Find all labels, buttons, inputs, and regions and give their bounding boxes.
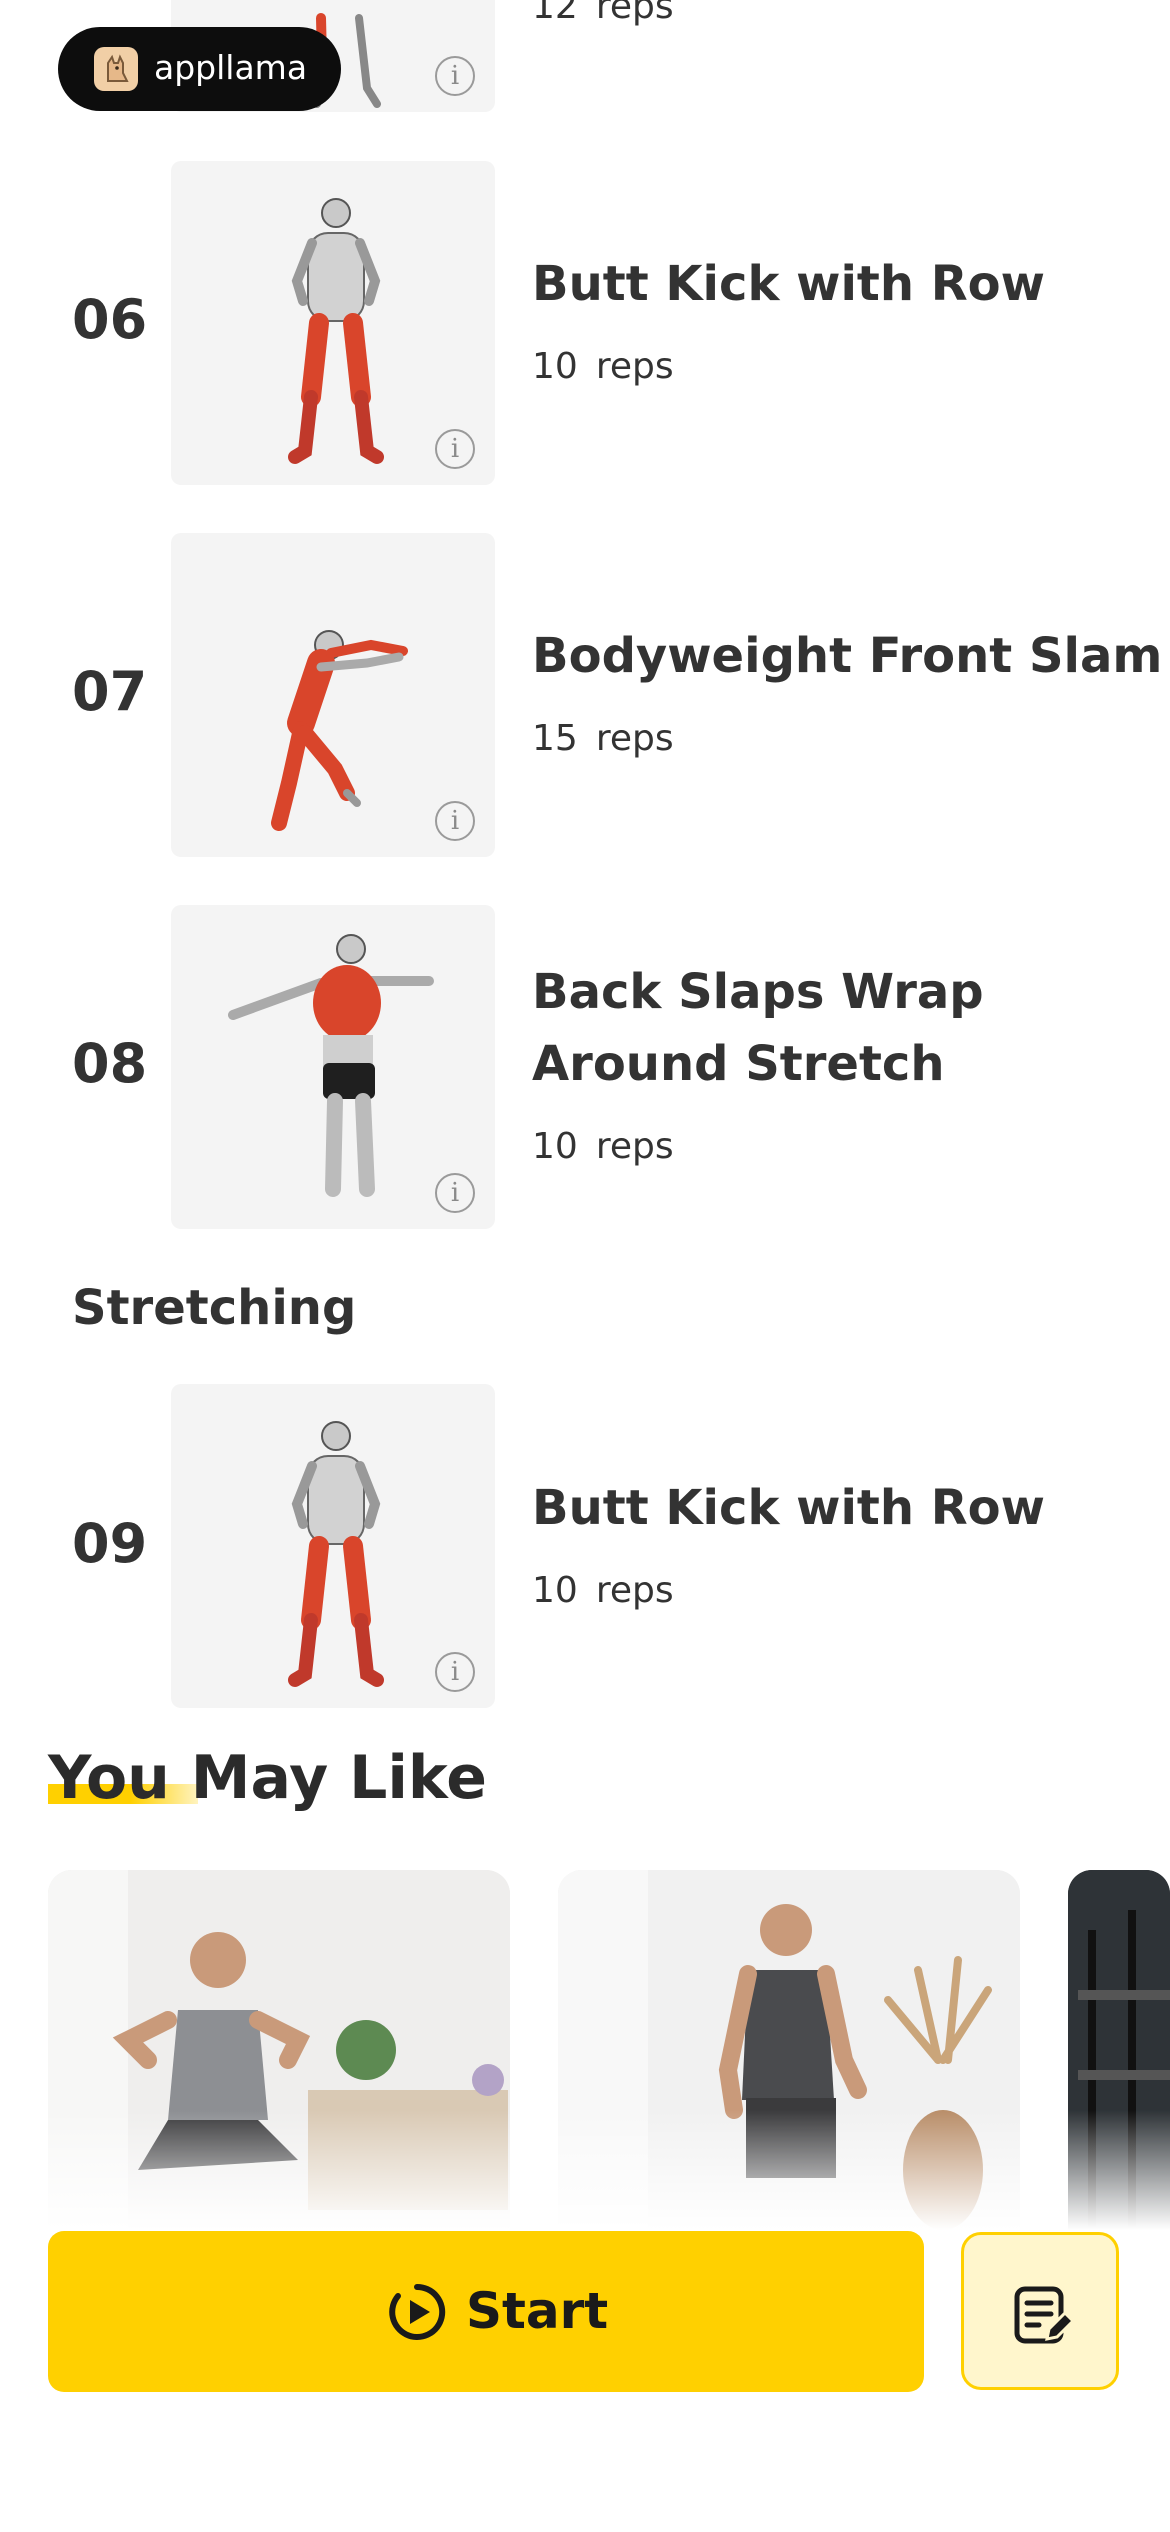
exercise-name-line1: Back Slaps Wrap — [532, 964, 984, 1020]
exercise-thumbnail-07[interactable]: i — [171, 533, 495, 857]
start-button-label: Start — [466, 2282, 609, 2340]
exercise-number: 07 — [72, 660, 148, 723]
info-icon[interactable]: i — [435, 1652, 475, 1692]
section-title: Stretching — [72, 1280, 357, 1336]
edit-list-icon — [1011, 2283, 1076, 2347]
appllama-badge: appllama — [58, 27, 341, 111]
card-fade — [558, 2110, 1020, 2230]
recommend-card[interactable] — [558, 1870, 1020, 2230]
exercise-number: 08 — [72, 1032, 148, 1095]
info-icon[interactable]: i — [435, 1173, 475, 1213]
exercise-reps: 10 reps — [532, 346, 674, 387]
edit-plan-button[interactable] — [961, 2232, 1119, 2390]
exercise-reps: 10 reps — [532, 1570, 674, 1611]
recommend-title: You May Like — [48, 1743, 487, 1813]
exercise-name-line2: Around Stretch — [532, 1036, 945, 1092]
exercise-number: 06 — [72, 288, 148, 351]
exercise-name: Butt Kick with Row — [532, 256, 1045, 312]
info-icon[interactable]: i — [435, 429, 475, 469]
play-circle-icon — [386, 2281, 448, 2343]
badge-label: appllama — [154, 48, 308, 87]
exercise-thumbnail-09[interactable]: i — [171, 1384, 495, 1708]
exercise-number: 09 — [72, 1512, 148, 1575]
info-icon[interactable]: i — [435, 801, 475, 841]
exercise-thumbnail-08[interactable]: i — [171, 905, 495, 1229]
exercise-reps: 12 reps — [532, 0, 674, 27]
recommend-card[interactable] — [1068, 1870, 1170, 2230]
exercise-reps: 15 reps — [532, 718, 674, 759]
info-icon[interactable]: i — [435, 56, 475, 96]
appllama-logo-icon — [94, 47, 138, 91]
card-fade — [1068, 2110, 1170, 2230]
exercise-name: Butt Kick with Row — [532, 1480, 1045, 1536]
exercise-name: Bodyweight Front Slam — [532, 628, 1163, 684]
recommend-card[interactable] — [48, 1870, 510, 2230]
exercise-thumbnail-06[interactable]: i — [171, 161, 495, 485]
card-fade — [48, 2110, 510, 2230]
exercise-name: Back Slaps Wrap Around Stretch — [532, 956, 984, 1100]
exercise-reps: 10 reps — [532, 1126, 674, 1167]
start-button[interactable]: Start — [48, 2231, 924, 2392]
